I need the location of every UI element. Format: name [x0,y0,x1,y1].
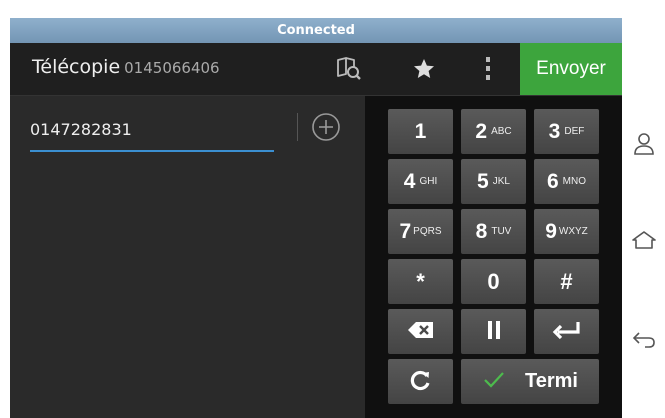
pause-button[interactable] [461,309,526,354]
check-icon [483,371,505,392]
key-symbol: # [560,268,573,294]
add-circle-icon[interactable] [311,112,341,142]
key-letters: JKL [492,176,510,187]
back-icon[interactable] [622,320,665,360]
home-icon[interactable] [622,220,665,260]
key-7[interactable]: 7 PQRS [388,209,453,254]
page-title: Télécopie 0145066406 [32,56,220,78]
key-2[interactable]: 2 ABC [461,109,526,154]
key-letters: DEF [564,126,585,137]
key-3[interactable]: 3 DEF [534,109,599,154]
key-digit: 7 [399,219,412,243]
phone-number-field[interactable]: 0147282831 [30,116,274,152]
key-digit: 8 [475,219,488,243]
key-digit: 5 [477,169,489,193]
key-1[interactable]: 1 [388,109,453,154]
action-bar: Télécopie 0145066406 Envoyer [10,43,622,96]
key-4[interactable]: 4 GHI [388,159,453,204]
phone-number-value: 0147282831 [30,120,132,139]
key-symbol: * [416,268,425,294]
title-number: 0145066406 [124,59,220,77]
system-nav-bar [622,18,665,418]
key-8[interactable]: 8 TUV [461,209,526,254]
end-call-button[interactable]: Termi [461,359,599,404]
key-hash[interactable]: # [534,259,599,304]
title-label: Télécopie [32,56,121,78]
key-letters: PQRS [413,226,442,237]
backspace-icon [407,321,435,342]
person-icon[interactable] [622,124,665,164]
star-icon[interactable] [402,43,446,95]
key-digit: 6 [546,169,559,193]
key-0[interactable]: 0 [461,259,526,304]
key-digit: 9 [545,219,557,243]
key-letters: WXYZ [558,226,588,237]
send-button[interactable]: Envoyer [520,43,622,95]
dial-keypad: 1 2 ABC 3 DEF 4 GHI 5 JKL 6 MNO 7 PQRS 8 TUV 9W… [365,96,622,418]
number-entry-panel: 0147282831 [10,96,365,418]
key-letters: ABC [491,126,512,137]
end-call-label: Termi [525,370,578,392]
key-digit: 1 [414,119,427,143]
enter-button[interactable] [534,309,599,354]
key-letters: TUV [491,226,512,237]
key-symbol: 0 [487,268,500,294]
phone-screen: Connected Télécopie 0145066406 Envoyer 0… [10,18,622,418]
divider [297,113,298,141]
status-bar: Connected [10,18,622,43]
key-letters: GHI [419,176,438,187]
key-5[interactable]: 5 JKL [461,159,526,204]
key-letters: MNO [562,176,587,187]
key-digit: 3 [548,119,561,143]
key-digit: 2 [475,119,488,143]
contacts-book-icon[interactable] [327,43,371,95]
redial-button[interactable] [388,359,453,404]
key-9[interactable]: 9 WXYZ [534,209,599,254]
key-6[interactable]: 6 MNO [534,159,599,204]
enter-icon [552,320,582,343]
redial-icon [410,369,432,394]
key-star[interactable]: * [388,259,453,304]
backspace-button[interactable] [388,309,453,354]
key-digit: 4 [403,169,416,193]
overflow-menu-icon[interactable] [466,43,510,95]
status-text: Connected [277,23,355,38]
pause-icon [486,320,502,343]
